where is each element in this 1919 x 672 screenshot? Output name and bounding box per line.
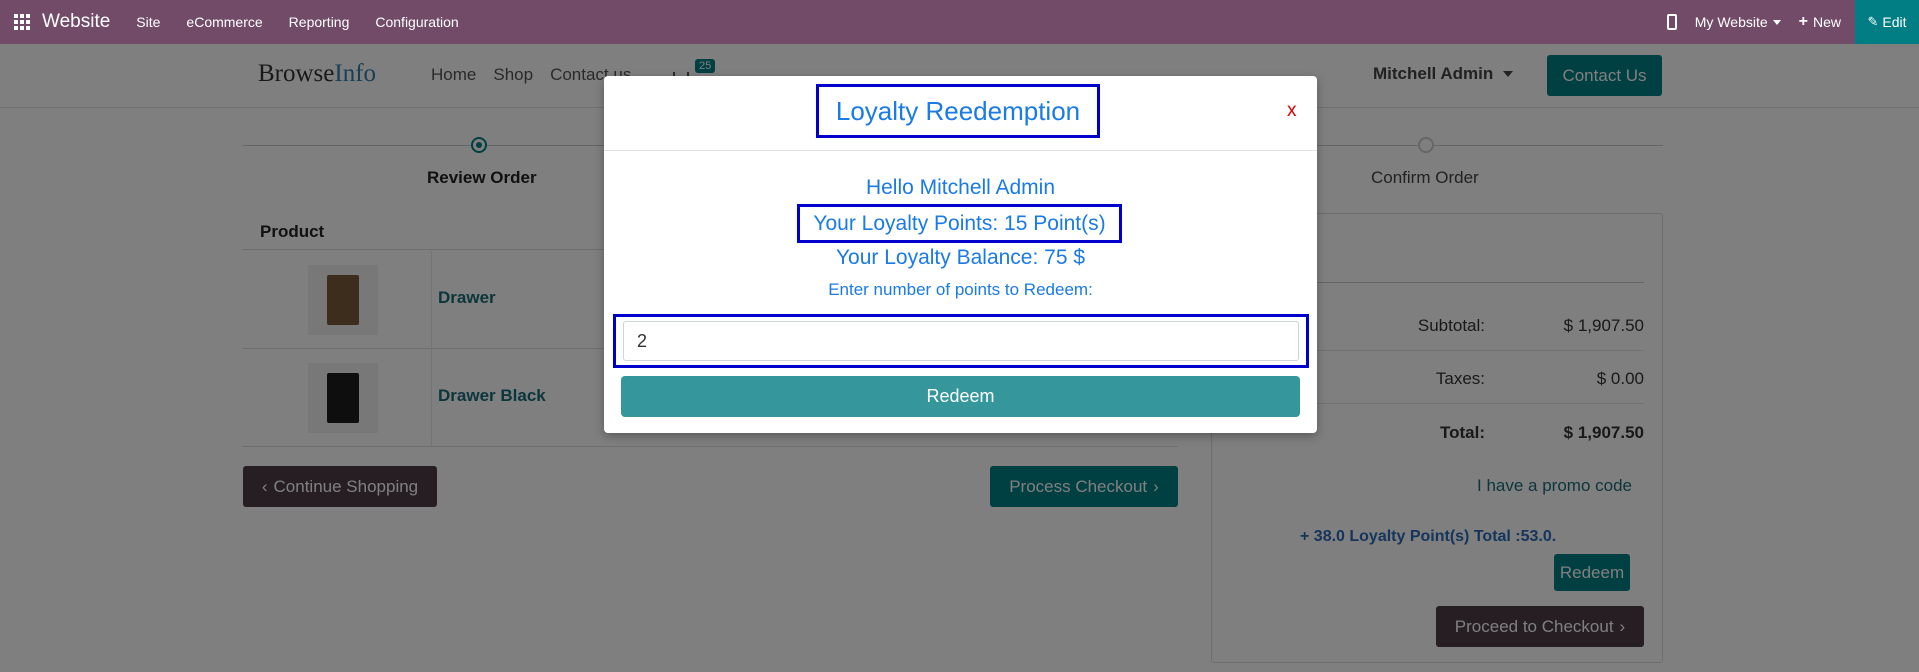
loyalty-redemption-modal: Loyalty Reedemption x Hello Mitchell Adm… xyxy=(604,76,1317,433)
menu-site[interactable]: Site xyxy=(136,14,160,30)
website-switcher[interactable]: My Website xyxy=(1695,14,1781,30)
admin-navbar: Website Site eCommerce Reporting Configu… xyxy=(0,0,1919,44)
chevron-down-icon xyxy=(1772,19,1781,25)
redeem-points-input[interactable] xyxy=(623,321,1299,361)
redeem-points-label: Enter number of points to Redeem: xyxy=(828,280,1093,299)
mobile-preview-icon[interactable] xyxy=(1666,14,1677,30)
redeem-input-highlight xyxy=(613,314,1309,368)
edit-button-label: Edit xyxy=(1882,14,1907,30)
new-button[interactable]: + New xyxy=(1799,13,1841,31)
menu-reporting[interactable]: Reporting xyxy=(289,14,350,30)
plus-icon: + xyxy=(1798,13,1808,30)
website-switcher-label: My Website xyxy=(1694,14,1768,30)
menu-ecommerce[interactable]: eCommerce xyxy=(186,14,262,30)
new-button-label: New xyxy=(1812,14,1841,30)
modal-header: Loyalty Reedemption x xyxy=(604,76,1317,151)
loyalty-points-text: Your Loyalty Points: 15 Point(s) xyxy=(797,204,1122,243)
greeting-text: Hello Mitchell Admin xyxy=(865,176,1056,199)
close-button[interactable]: x xyxy=(1287,100,1297,122)
modal-title: Loyalty Reedemption xyxy=(816,84,1100,138)
app-name[interactable]: Website xyxy=(42,11,110,33)
redeem-button[interactable]: Redeem xyxy=(621,376,1300,417)
apps-menu-icon[interactable] xyxy=(2,0,42,44)
edit-button[interactable]: ✎ Edit xyxy=(1855,0,1919,44)
menu-configuration[interactable]: Configuration xyxy=(375,14,458,30)
pencil-icon: ✎ xyxy=(1867,14,1879,29)
loyalty-balance-text: Your Loyalty Balance: 75 $ xyxy=(835,246,1086,269)
